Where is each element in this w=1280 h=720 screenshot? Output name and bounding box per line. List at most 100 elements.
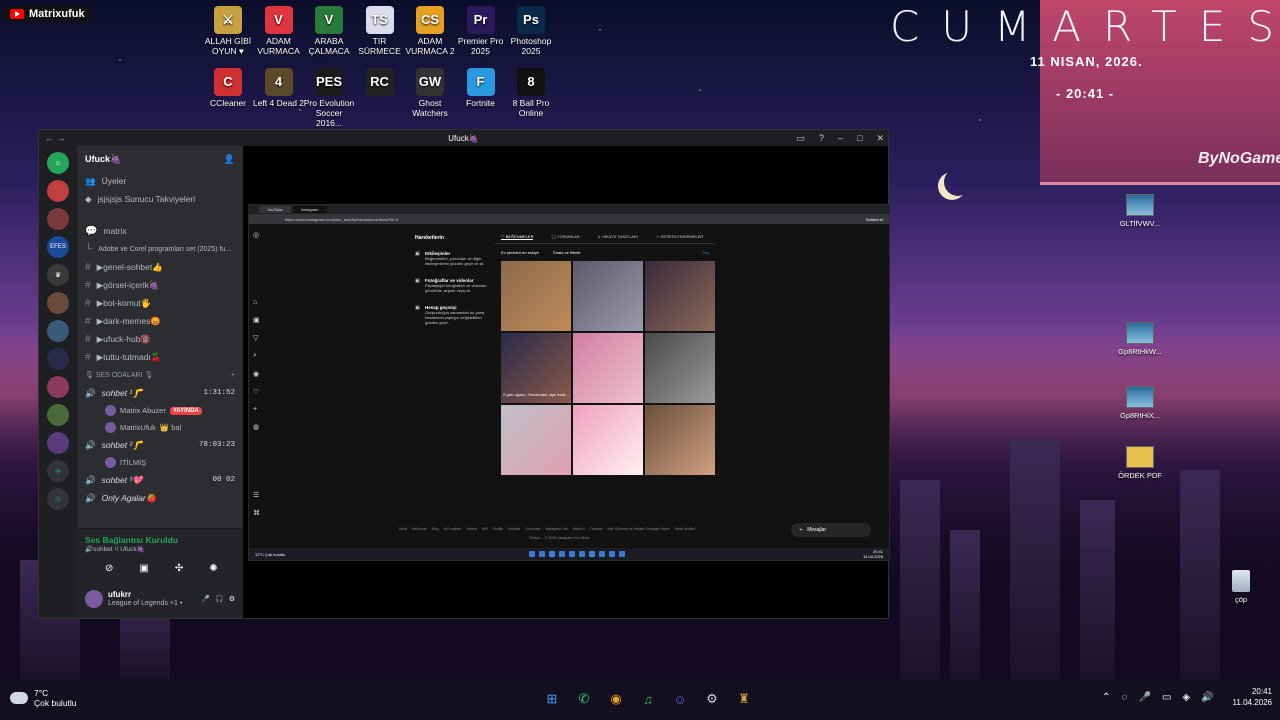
compass-icon[interactable]: ◉ xyxy=(253,370,269,378)
avatar[interactable] xyxy=(85,590,103,608)
desktop-shortcut[interactable]: F Fortnite xyxy=(454,68,508,108)
channel-forum[interactable]: 💬 matrix xyxy=(77,222,243,240)
channel-thread[interactable]: └ Adobe ve Corel programları set (2025) f… xyxy=(77,240,243,258)
sort-filter[interactable]: Sırala ve filtrele xyxy=(553,250,581,255)
server-icon[interactable] xyxy=(47,348,69,370)
liked-post[interactable]: Z gün uğunu; Tanıdımadı diye evde... xyxy=(501,333,571,403)
channel-text[interactable]: # ▶görsel-içerik🍇 xyxy=(77,276,243,294)
add-server-icon[interactable]: + xyxy=(47,460,69,482)
steam-icon[interactable]: ⚙ xyxy=(701,688,723,710)
weather-widget[interactable]: 7°C Çok bulutlu xyxy=(10,688,77,708)
footer-link[interactable]: Yardım xyxy=(466,527,477,531)
likes-tab[interactable]: ♡ BEĞENMELER xyxy=(501,234,534,240)
add-member-icon[interactable]: 👤 xyxy=(224,154,235,165)
voice-channel[interactable]: 🔊 Only Agalar🍓 xyxy=(77,489,243,507)
spotify-icon[interactable]: ♫ xyxy=(637,688,659,710)
inbox-icon[interactable]: ▭ xyxy=(796,133,805,144)
footer-link[interactable]: API xyxy=(482,527,488,531)
server-icon[interactable] xyxy=(47,208,69,230)
soundboard-icon[interactable]: ✺ xyxy=(209,563,217,574)
taskbar-clock[interactable]: 20:41 11.04.2026 xyxy=(1233,686,1272,708)
footer-link[interactable]: Gizlilik xyxy=(493,527,503,531)
channel-text[interactable]: # ▶ufuck-hub🔞 xyxy=(77,330,243,348)
server-icon[interactable] xyxy=(47,376,69,398)
voice-user[interactable]: MatrixUfuk 👑 bal xyxy=(77,419,243,436)
tab-instagram[interactable]: Instagram xyxy=(292,206,327,213)
desktop-file[interactable]: Gp8RtHkW... xyxy=(1112,322,1168,356)
desktop-shortcut[interactable]: C CCleaner xyxy=(201,68,255,108)
tray-app-icon[interactable]: ◌ xyxy=(1122,692,1128,703)
desktop-shortcut[interactable]: RC xyxy=(353,68,407,98)
windows-start-icon[interactable]: ⊞ xyxy=(541,688,563,710)
mic-icon[interactable]: 🎤 xyxy=(201,595,210,603)
liked-post[interactable] xyxy=(501,405,571,475)
volume-icon[interactable]: 🔊 xyxy=(1201,692,1213,703)
camera-off-icon[interactable]: ⊘ xyxy=(105,563,113,574)
minimize-button[interactable]: – xyxy=(838,133,843,144)
add-channel-icon[interactable]: + xyxy=(231,372,235,379)
liked-post[interactable] xyxy=(573,261,643,331)
likes-tab[interactable]: ☆ DEĞERLENDİRMELER xyxy=(656,234,703,240)
messages-button[interactable]: ➢ Mesajlar xyxy=(791,523,871,537)
server-icon[interactable] xyxy=(47,292,69,314)
voice-category[interactable]: 🎙 SES ODALARI 🎙 + xyxy=(77,366,243,384)
server-header[interactable]: Ufuck🍇 👤 xyxy=(77,146,243,172)
activity-item[interactable]: EtkileşimlerBeğenmeleri, yorumları ve di… xyxy=(415,251,489,266)
whatsapp-icon[interactable]: ✆ xyxy=(573,688,595,710)
desktop-file[interactable]: ÖRDEK PDF xyxy=(1112,446,1168,480)
footer-link[interactable]: Konumlar xyxy=(526,527,541,531)
league-icon[interactable]: ♜ xyxy=(733,688,755,710)
server-efes-icon[interactable]: EFES xyxy=(47,236,69,258)
discord-home-icon[interactable]: ☺ xyxy=(47,152,69,174)
headphones-icon[interactable]: 🎧 xyxy=(215,595,224,603)
boost-link[interactable]: ◆ jsjsjsjs Sunucu Takviyeleri xyxy=(77,190,243,208)
menu-icon[interactable]: ☰ xyxy=(253,491,269,499)
footer-link[interactable]: Hakkında xyxy=(412,527,427,531)
liked-post[interactable] xyxy=(645,261,715,331)
explore-icon[interactable]: ▽ xyxy=(253,334,269,342)
tab-youtube[interactable]: YouTube xyxy=(259,206,291,213)
desktop-shortcut[interactable]: TS TIR SÜRMECE xyxy=(353,6,407,56)
activity-item[interactable]: Hesap geçmişiOluşturduğun zamandan bu ya… xyxy=(415,305,489,325)
server-icon[interactable]: ♛ xyxy=(47,264,69,286)
home-icon[interactable]: ⌂ xyxy=(253,299,269,306)
voice-channel[interactable]: 🔊 sohbet ¹🦵 1:31:52 xyxy=(77,384,243,402)
liked-post[interactable] xyxy=(645,405,715,475)
liked-post[interactable] xyxy=(645,333,715,403)
footer-link[interactable]: Kişi Yükleme ve Hesabı Olmayan Kişiler xyxy=(607,527,669,531)
search-icon[interactable]: ⌕ xyxy=(253,352,269,360)
voice-user[interactable]: Matrix Abuzer YAYINDA xyxy=(77,402,243,419)
create-icon[interactable]: + xyxy=(253,406,269,413)
desktop-shortcut[interactable]: CS ADAM VURMACA 2 xyxy=(403,6,457,56)
desktop-shortcut[interactable]: GW Ghost Watchers xyxy=(403,68,457,118)
voice-user[interactable]: İTİLMİŞ xyxy=(77,454,243,471)
sort-order[interactable]: En yeniden en eskiye xyxy=(501,250,539,255)
reels-icon[interactable]: ▣ xyxy=(253,316,269,324)
server-icon[interactable] xyxy=(47,320,69,342)
liked-post[interactable] xyxy=(573,333,643,403)
discover-icon[interactable]: ◎ xyxy=(47,488,69,510)
voice-channel[interactable]: 🔊 sohbet ³💖 00 02 xyxy=(77,471,243,489)
channel-text[interactable]: # ▶genel-sohbet👍 xyxy=(77,258,243,276)
desktop-shortcut[interactable]: V ARABA ÇALMACA xyxy=(302,6,356,56)
server-icon[interactable] xyxy=(47,404,69,426)
footer-link[interactable]: Meta Verified xyxy=(675,527,695,531)
likes-tab[interactable]: ◯ YORUMLAR xyxy=(551,234,579,240)
footer-link[interactable]: Koşullar xyxy=(508,527,521,531)
channel-text[interactable]: # ▶bot-komut🖐 xyxy=(77,294,243,312)
select-link[interactable]: Seç xyxy=(702,250,709,255)
maximize-button[interactable]: □ xyxy=(857,133,862,144)
liked-post[interactable] xyxy=(573,405,643,475)
footer-link[interactable]: Threads xyxy=(590,527,603,531)
likes-tab[interactable]: ↳ HİKAYE YANITLARI xyxy=(598,234,638,240)
voice-channel[interactable]: 🔊 sohbet ²🦵 78:03:23 xyxy=(77,436,243,454)
address-bar[interactable]: https://www.instagram.com/your_activity/… xyxy=(249,214,889,224)
desktop-shortcut[interactable]: 88 Ball Pro Online xyxy=(504,68,558,118)
screen-share-icon[interactable]: ▣ xyxy=(139,563,148,574)
close-button[interactable]: ✕ xyxy=(876,133,884,144)
footer-link[interactable]: Instagram Lite xyxy=(546,527,568,531)
chrome-icon[interactable]: ◉ xyxy=(605,688,627,710)
footer-link[interactable]: Meta AI xyxy=(573,527,585,531)
footer-link[interactable]: İş Fırsatları xyxy=(444,527,462,531)
activities-icon[interactable]: ✣ xyxy=(175,563,183,574)
